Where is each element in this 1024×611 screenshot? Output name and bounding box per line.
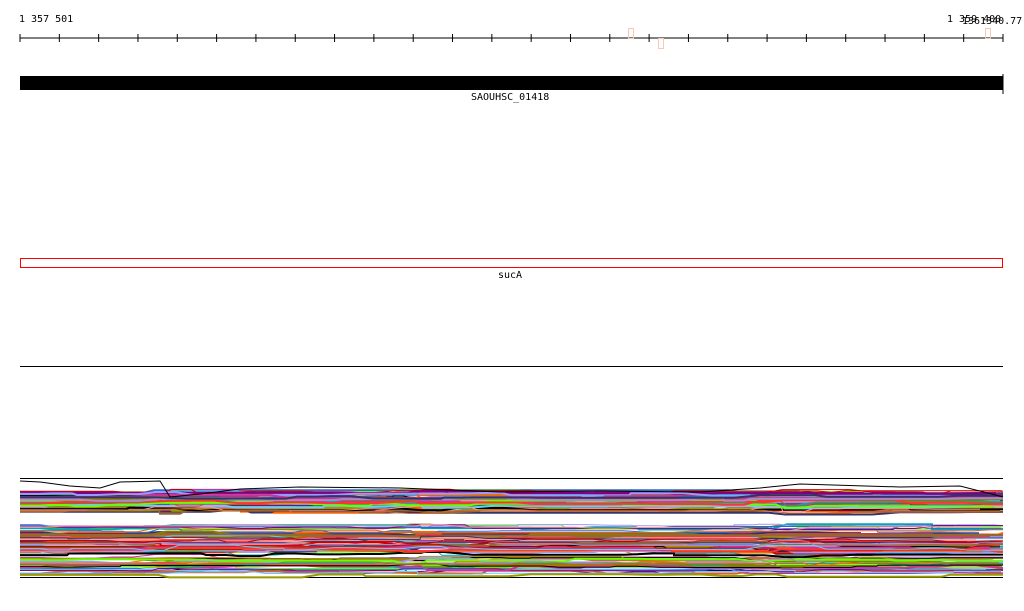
gene-feature-saouhsc-01418[interactable] (20, 76, 1003, 90)
ruler-start-label: 1 357 501 (19, 14, 74, 25)
position-marker (985, 28, 991, 39)
gene-feature-suca[interactable] (20, 258, 1003, 268)
cursor-position-label: 1361340.77 (962, 16, 1023, 27)
coverage-line (20, 573, 1003, 579)
coverage-tracks (19, 478, 1004, 579)
feature-label-suca: sucA (498, 270, 523, 281)
position-marker (628, 28, 634, 39)
position-marker (658, 38, 664, 49)
coordinate-ruler (19, 34, 1004, 42)
feature-label-saouhsc-01418: SAOUHSC_01418 (471, 92, 550, 103)
